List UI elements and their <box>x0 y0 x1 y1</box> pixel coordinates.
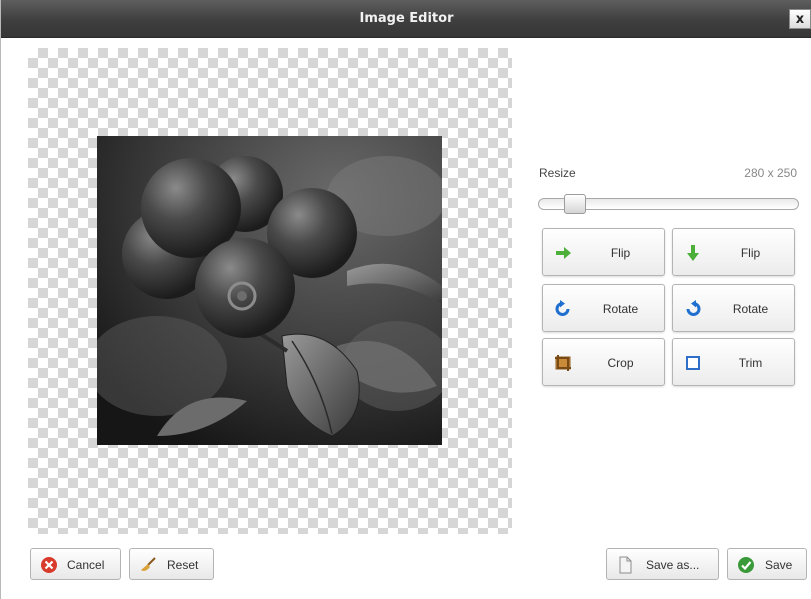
resize-slider[interactable] <box>538 193 799 215</box>
cancel-icon <box>41 557 57 573</box>
crop-icon <box>555 355 571 371</box>
check-icon <box>738 557 754 573</box>
rotate-left-button[interactable]: Rotate <box>542 284 665 332</box>
edited-image <box>97 136 442 445</box>
rotate-right-icon <box>686 300 701 316</box>
flip-vertical-button[interactable]: Flip <box>672 228 795 276</box>
save-button[interactable]: Save <box>727 548 807 580</box>
cancel-button[interactable]: Cancel <box>30 548 121 580</box>
document-icon <box>619 556 632 574</box>
close-icon: x <box>795 11 805 27</box>
cancel-label: Cancel <box>67 558 105 572</box>
tool-label: Rotate <box>602 302 639 316</box>
tool-label: Flip <box>610 246 631 260</box>
arrow-down-icon <box>687 245 699 261</box>
image-editor-window: Image Editor x Resize 280 x 250 Flip Fli… <box>0 0 811 599</box>
berries-photo <box>97 136 442 445</box>
broom-icon <box>141 557 156 571</box>
close-button[interactable]: x <box>789 9 811 29</box>
title-bar: Image Editor x <box>1 0 811 38</box>
save-as-label: Save as... <box>646 558 700 572</box>
rotate-right-button[interactable]: Rotate <box>672 284 795 332</box>
rotate-left-icon <box>555 300 570 316</box>
resize-label: Resize <box>539 166 576 180</box>
tool-label: Rotate <box>732 302 769 316</box>
reset-button[interactable]: Reset <box>129 548 214 580</box>
tool-label: Trim <box>738 356 763 370</box>
resize-dimensions: 280 x 250 <box>744 166 797 180</box>
save-as-button[interactable]: Save as... <box>606 548 719 580</box>
arrow-right-icon <box>556 247 571 259</box>
flip-horizontal-button[interactable]: Flip <box>542 228 665 276</box>
save-label: Save <box>765 558 793 572</box>
window-title: Image Editor <box>359 11 454 26</box>
reset-label: Reset <box>167 558 199 572</box>
trim-button[interactable]: Trim <box>672 338 795 386</box>
tool-label: Flip <box>740 246 761 260</box>
trim-icon <box>686 356 700 370</box>
slider-handle[interactable] <box>564 194 586 214</box>
crop-button[interactable]: Crop <box>542 338 665 386</box>
tool-label: Crop <box>607 356 634 370</box>
